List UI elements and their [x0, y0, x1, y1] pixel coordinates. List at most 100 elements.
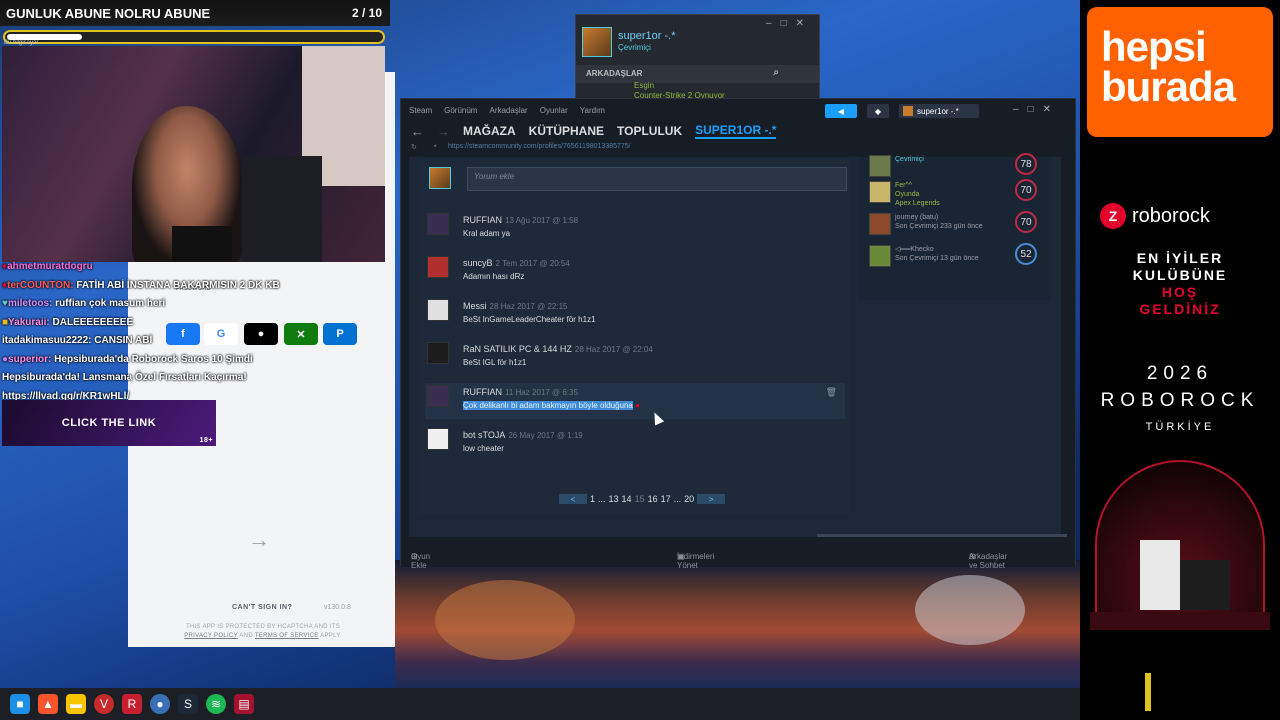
- search-icon[interactable]: ⌕: [773, 67, 779, 78]
- chat-text: ruffian çok masum heri: [55, 298, 166, 309]
- menu-view[interactable]: Görünüm: [444, 106, 477, 115]
- steam-window: Steam Görünüm Arkadaşlar Oyunlar Yardım …: [400, 98, 1076, 570]
- friends-window: super1or -.* Çevrimiçi –□✕ ARKADAŞLAR ⌕ …: [575, 14, 820, 109]
- game-artwork: [395, 560, 1080, 688]
- friend-level-badge: 52: [1015, 243, 1037, 265]
- selected-text: Çok delikanlı bi adam bakmayın böyle old…: [463, 401, 633, 410]
- comment-input[interactable]: Yorum ekle: [467, 167, 847, 191]
- subscriber-goal-bar: GUNLUK ABUNE NOLRU ABUNE 2 / 10: [0, 0, 390, 26]
- windows-start-icon[interactable]: ■: [10, 694, 30, 714]
- tab-library[interactable]: KÜTÜPHANE: [529, 124, 604, 138]
- forward-arrow-icon[interactable]: →: [437, 124, 450, 139]
- prev-page-button[interactable]: <: [559, 494, 587, 504]
- avatar[interactable]: [582, 27, 612, 57]
- cant-sign-in-link[interactable]: CAN'T SIGN IN?: [232, 604, 292, 611]
- chat-user: terCOUNTON:: [7, 279, 74, 291]
- page-link[interactable]: 17: [661, 494, 671, 504]
- refresh-icon[interactable]: ↻: [411, 143, 417, 151]
- comment-item: RaN SATILIK PC & 144 HZ 28 Haz 2017 @ 22:…: [425, 340, 845, 376]
- privacy-policy-link[interactable]: PRIVACY POLICY: [184, 633, 238, 639]
- friend-level-badge: 70: [1015, 179, 1037, 201]
- page-link[interactable]: 13: [609, 494, 619, 504]
- menu-games[interactable]: Oyunlar: [540, 106, 568, 115]
- stream-chat: ♦ahmetmuratdogru ♦terCOUNTON: FATİH ABİ …: [2, 258, 302, 406]
- menu-friends[interactable]: Arkadaşlar: [489, 106, 527, 115]
- friend-item[interactable]: journey (batu) Son Çevrimiçi 233 gün önce…: [867, 209, 1047, 237]
- captcha-text: THIS APP IS PROTECTED BY HCAPTCHA AND IT…: [185, 624, 341, 630]
- riot-icon[interactable]: R: [122, 694, 142, 714]
- profile-content: Yorum ekle RUFFIAN 13 Ağu 2017 @ 1:58 Kra…: [409, 153, 1061, 547]
- back-arrow-icon[interactable]: ←: [411, 124, 424, 139]
- friend-status: Son Çevrimiçi 233 gün önce: [895, 223, 983, 230]
- media-icon[interactable]: ▤: [234, 694, 254, 714]
- commenter-avatar[interactable]: [427, 428, 449, 450]
- page-link[interactable]: 20: [684, 494, 694, 504]
- commenter-avatar[interactable]: [427, 342, 449, 364]
- menu-help[interactable]: Yardım: [580, 106, 605, 115]
- friend-item[interactable]: Çevrimiçi 78: [867, 151, 1047, 179]
- chat-text: DALEEEEEEEEE: [52, 316, 134, 328]
- page-link[interactable]: 1: [590, 494, 595, 504]
- microphone: [172, 226, 232, 262]
- comment-item: bot sTOJA 26 May 2017 @ 1:19 low cheater: [425, 426, 845, 462]
- submit-arrow-icon[interactable]: →: [248, 527, 270, 553]
- click-link-label: CLICK THE LINK: [61, 417, 157, 429]
- tab-store[interactable]: MAĞAZA: [463, 124, 516, 138]
- ad-brand-name: ROBOROCK: [1100, 390, 1260, 411]
- chat-user: superior:: [8, 353, 52, 365]
- comment-author: Messi 28 Haz 2017 @ 22:15: [463, 301, 568, 311]
- notification-button[interactable]: ◆: [867, 104, 889, 118]
- app-icon[interactable]: ●: [150, 694, 170, 714]
- bell-icon: ◆: [874, 106, 882, 116]
- chat-message: ♥miletoos: ruffian çok masum heri: [2, 295, 302, 314]
- commenter-avatar[interactable]: [427, 299, 449, 321]
- horizontal-scrollbar[interactable]: [817, 534, 1067, 537]
- terms-link[interactable]: TERMS OF SERVICE: [255, 633, 319, 639]
- window-controls[interactable]: –□✕: [1013, 104, 1060, 115]
- commenter-avatar[interactable]: [427, 256, 449, 278]
- next-page-button[interactable]: >: [697, 494, 726, 504]
- comment-text: Kral adam ya: [463, 229, 511, 238]
- tab-profile[interactable]: SUPER1OR -.*: [695, 123, 777, 139]
- gaming-chair: [242, 156, 322, 262]
- account-menu[interactable]: super1or -.*: [899, 104, 979, 118]
- webcam-feed: [2, 46, 385, 262]
- file-explorer-icon[interactable]: ▬: [66, 694, 86, 714]
- friend-item[interactable]: ◁══Khecko Son Çevrimiçi 13 gün önce 52: [867, 241, 1047, 269]
- friend-info: Fer^^ Oyunda Apex Legends: [895, 181, 940, 208]
- delete-icon[interactable]: 🗑: [826, 387, 837, 398]
- steam-nav: ← → MAĞAZA KÜTÜPHANE TOPLULUK SUPER1OR -…: [401, 121, 1075, 141]
- page-link[interactable]: 16: [648, 494, 658, 504]
- taskbar: ■ ▲ ▬ V R ● S ≋ ▤: [0, 688, 1080, 720]
- comment-date: 28 Haz 2017 @ 22:04: [574, 345, 653, 354]
- brave-icon[interactable]: ▲: [38, 694, 58, 714]
- commenter-avatar[interactable]: [427, 385, 449, 407]
- spotify-icon[interactable]: ≋: [206, 694, 226, 714]
- playstation-login-button[interactable]: P: [323, 323, 357, 345]
- friends-username[interactable]: super1or -.*: [618, 30, 675, 42]
- page-link[interactable]: 14: [622, 494, 632, 504]
- friend-info: Çevrimiçi: [895, 155, 924, 164]
- window-controls[interactable]: –□✕: [766, 18, 813, 29]
- comment-author: RUFFIAN 13 Ağu 2017 @ 1:58: [463, 215, 579, 225]
- goal-title: GUNLUK ABUNE NOLRU ABUNE: [6, 5, 211, 21]
- add-game-label: Oyun Ekle: [411, 552, 431, 570]
- tab-community[interactable]: TOPLULUK: [617, 124, 682, 138]
- steam-icon[interactable]: S: [178, 694, 198, 714]
- friend-info: ◁══Khecko Son Çevrimiçi 13 gün önce: [895, 245, 979, 263]
- menu-steam[interactable]: Steam: [409, 106, 432, 115]
- friend-item[interactable]: Fer^^ Oyunda Apex Legends 70: [867, 177, 1047, 208]
- comment-date: 13 Ağu 2017 @ 1:58: [505, 216, 579, 225]
- click-the-link-banner[interactable]: CLICK THE LINK 18+: [2, 400, 216, 446]
- chat-user: ahmetmuratdogru: [7, 261, 93, 272]
- commenter-avatar[interactable]: [427, 213, 449, 235]
- announcement-button[interactable]: ◀: [825, 104, 857, 118]
- chat-icon: ⊞: [969, 552, 976, 561]
- roborock-logo: Zroborock: [1100, 203, 1210, 229]
- friend-status: Son Çevrimiçi 13 gün önce: [895, 255, 979, 262]
- age-badge: 18+: [199, 437, 213, 444]
- comment-text: BeSt InGameLeaderCheater för h1z1: [463, 315, 596, 324]
- friend-avatar: [869, 155, 891, 177]
- hepsiburada-logo: hepsi burada: [1087, 7, 1273, 137]
- valorant-icon[interactable]: V: [94, 694, 114, 714]
